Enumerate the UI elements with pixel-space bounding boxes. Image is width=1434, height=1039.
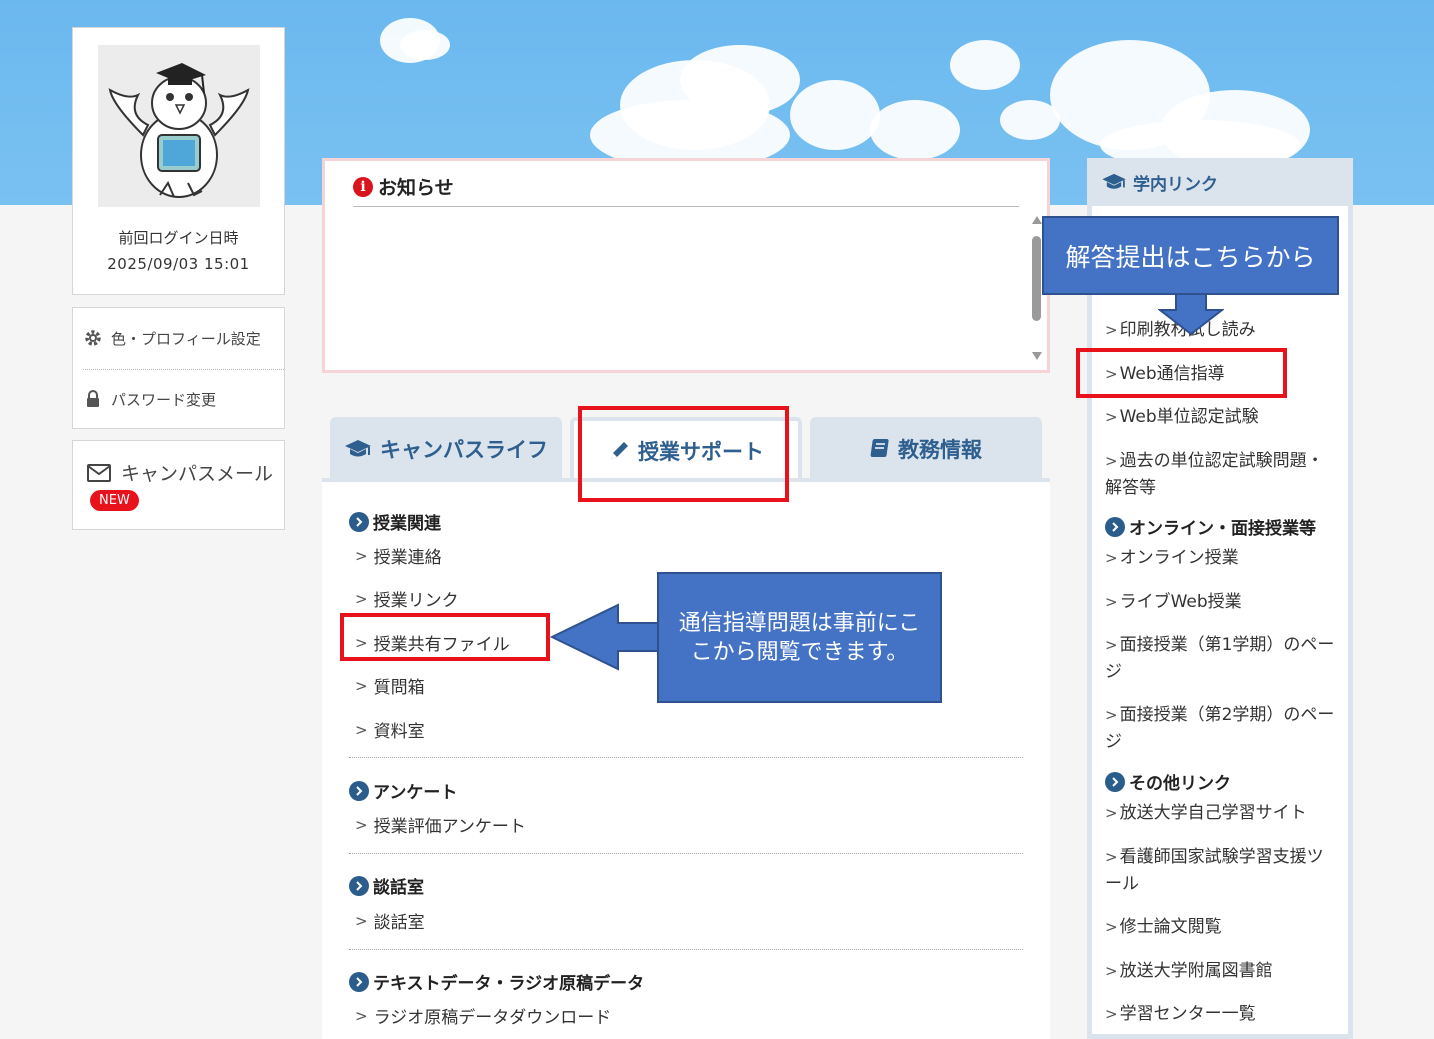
sidebar-link-library[interactable]: > 放送大学附属図書館: [1105, 958, 1340, 985]
link-lounge[interactable]: > 談話室: [355, 908, 425, 934]
envelope-icon: [87, 463, 111, 482]
color-profile-settings-link[interactable]: 色・プロフィール設定: [73, 308, 284, 368]
chevron-right-circle-icon: [349, 875, 369, 896]
section-class-related: 授業関連: [349, 509, 441, 534]
mascot-bird-icon: [108, 63, 250, 198]
gear-icon: [83, 328, 103, 348]
sidebar-link-past-exams[interactable]: > 過去の単位認定試験問題・解答等: [1105, 448, 1340, 502]
graduation-cap-icon: [344, 439, 372, 459]
sidebar-link-face-to-face-term2[interactable]: > 面接授業（第2学期）のページ: [1105, 702, 1340, 756]
left-arrow-icon: [550, 603, 659, 671]
tab-academic-info[interactable]: 教務情報: [810, 417, 1042, 480]
sidebar-link-nursing-exam-tool[interactable]: > 看護師国家試験学習支援ツール: [1105, 844, 1340, 898]
graduation-cap-icon: [1102, 173, 1126, 189]
link-question-box[interactable]: > 質問箱: [355, 673, 425, 699]
notice-title-text: お知らせ: [378, 177, 454, 199]
campus-mail-link[interactable]: キャンパスメール: [87, 459, 273, 486]
link-class-shared-files[interactable]: > 授業共有ファイル: [355, 630, 510, 656]
scroll-up-arrow-icon[interactable]: [1032, 216, 1042, 224]
last-login-label: 前回ログイン日時: [118, 229, 239, 247]
book-icon: [870, 438, 890, 460]
notice-panel: i お知らせ: [322, 158, 1050, 373]
sidebar-section-online: オンライン・面接授業等: [1105, 514, 1316, 539]
scroll-thumb[interactable]: [1032, 236, 1041, 321]
info-icon: i: [353, 176, 373, 197]
tab-class-support[interactable]: 授業サポート: [570, 417, 802, 480]
lock-icon: [83, 389, 103, 409]
section-survey: アンケート: [349, 778, 457, 803]
campus-mail-label: キャンパスメール: [121, 463, 274, 485]
sidebar-link-online-class[interactable]: > オンライン授業: [1105, 545, 1340, 572]
sidebar-section-other: その他リンク: [1105, 769, 1231, 794]
answer-submission-callout: 解答提出はこちらから: [1042, 216, 1339, 295]
tab-campus-life[interactable]: キャンパスライフ: [330, 417, 562, 480]
answer-submission-callout-text: 解答提出はこちらから: [1065, 242, 1316, 272]
chevron-right-circle-icon: [1105, 516, 1125, 537]
link-class-notice[interactable]: > 授業連絡: [355, 543, 442, 569]
section-text-radio-data: テキストデータ・ラジオ原稿データ: [349, 969, 644, 994]
password-change-link[interactable]: パスワード変更: [73, 369, 284, 429]
class-support-content: 授業関連 > 授業連絡 > 授業リンク > 授業共有ファイル > 質問箱 > 資料室 アン…: [322, 482, 1050, 1039]
section-lounge: 談話室: [349, 873, 424, 898]
divider: [349, 949, 1023, 950]
link-class-evaluation-survey[interactable]: > 授業評価アンケート: [355, 812, 526, 838]
sidebar-link-live-web-class[interactable]: > ライブWeb授業: [1105, 589, 1340, 616]
last-login-datetime: 2025/09/03 15:01: [107, 255, 250, 273]
profile-card: 前回ログイン日時 2025/09/03 15:01: [72, 27, 285, 295]
chevron-right-circle-icon: [349, 780, 369, 801]
sidebar-link-self-study-site[interactable]: > 放送大学自己学習サイト: [1105, 800, 1340, 827]
chevron-right-circle-icon: [349, 971, 369, 992]
tab-class-support-label: 授業サポート: [638, 439, 764, 464]
new-badge: NEW: [90, 490, 139, 511]
link-radio-script-download[interactable]: > ラジオ原稿データダウンロード: [355, 1003, 611, 1029]
sidebar-link-learning-centers[interactable]: > 学習センター一覧: [1105, 1001, 1340, 1028]
campus-mail-card[interactable]: キャンパスメール NEW: [72, 440, 285, 530]
divider: [349, 757, 1023, 758]
pencil-icon: [608, 440, 630, 462]
scroll-down-arrow-icon[interactable]: [1032, 352, 1042, 360]
divider: [349, 853, 1023, 854]
sidebar-link-masters-thesis[interactable]: > 修士論文閲覧: [1105, 914, 1340, 941]
avatar: [98, 45, 260, 207]
chevron-right-circle-icon: [349, 511, 369, 532]
sidebar-title: 学内リンク: [1087, 158, 1353, 206]
sidebar-link-web-credit-exam[interactable]: > Web単位認定試験: [1105, 404, 1340, 431]
down-arrow-icon: [1158, 294, 1224, 336]
tab-campus-life-label: キャンパスライフ: [380, 437, 548, 462]
link-class-links[interactable]: > 授業リンク: [355, 586, 459, 612]
sidebar-link-face-to-face-term1[interactable]: > 面接授業（第1学期）のページ: [1105, 632, 1340, 686]
sidebar-link-web-correspondence[interactable]: > Web通信指導: [1105, 361, 1340, 388]
tab-academic-info-label: 教務情報: [898, 437, 982, 462]
settings-card: 色・プロフィール設定 パスワード変更: [72, 307, 285, 429]
password-change-label: パスワード変更: [111, 390, 217, 409]
notice-title: i お知らせ: [353, 173, 454, 200]
color-profile-label: 色・プロフィール設定: [111, 329, 261, 348]
divider: [353, 206, 1019, 207]
problem-preview-callout-text: 通信指導問題は事前にここから閲覧できます。: [678, 610, 921, 665]
problem-preview-callout: 通信指導問題は事前にここから閲覧できます。: [657, 572, 942, 703]
chevron-right-circle-icon: [1105, 771, 1125, 792]
link-reference-room[interactable]: > 資料室: [355, 717, 425, 743]
